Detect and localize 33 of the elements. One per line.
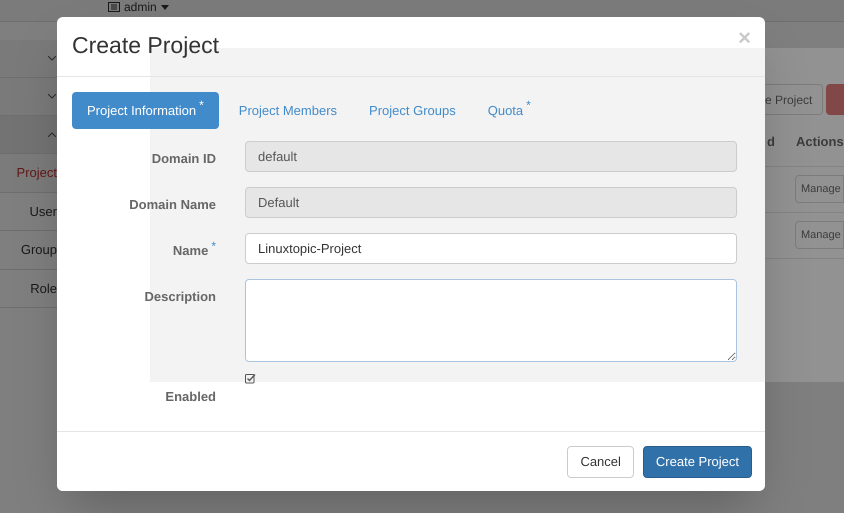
create-project-button[interactable]: e Project: [765, 84, 824, 115]
field-label: Domain ID: [152, 150, 216, 168]
chevron-icon: [48, 56, 56, 61]
field-label: Domain Name: [129, 196, 216, 214]
sidebar-item[interactable]: Project: [0, 154, 57, 192]
column-header: d: [767, 133, 775, 151]
chevron-icon: [48, 94, 56, 99]
sidebar-group[interactable]: [0, 78, 57, 116]
tab[interactable]: Project Groups: [354, 92, 471, 129]
sidebar-item[interactable]: Role: [0, 270, 57, 308]
checkbox[interactable]: [245, 373, 256, 384]
column-header: Actions: [796, 133, 844, 151]
text-field[interactable]: Linuxtopic-Project: [245, 233, 737, 264]
sidebar-group[interactable]: [0, 40, 57, 78]
primary-button[interactable]: Create Project: [642, 446, 752, 478]
sidebar-item[interactable]: User: [0, 192, 57, 231]
tab[interactable]: Project Information *: [72, 92, 219, 129]
manage-button[interactable]: Manage: [795, 175, 844, 203]
tab[interactable]: Project Members: [224, 92, 352, 129]
cancel-button[interactable]: Cancel: [567, 446, 634, 478]
field-label: Enabled: [165, 388, 216, 406]
required-mark: *: [211, 238, 216, 255]
field-label: Description: [144, 288, 216, 306]
list-icon: [108, 2, 120, 12]
manage-button[interactable]: Manage: [795, 221, 844, 249]
description-field[interactable]: [245, 279, 737, 362]
dialog-title: Create Project: [72, 31, 220, 60]
sidebar-group[interactable]: [0, 116, 57, 154]
field-label: Name: [172, 242, 208, 260]
chevron-icon: [48, 132, 56, 137]
tab[interactable]: Quota *: [472, 92, 546, 129]
caret-icon: [160, 4, 169, 10]
user-menu[interactable]: admin: [108, 0, 169, 14]
